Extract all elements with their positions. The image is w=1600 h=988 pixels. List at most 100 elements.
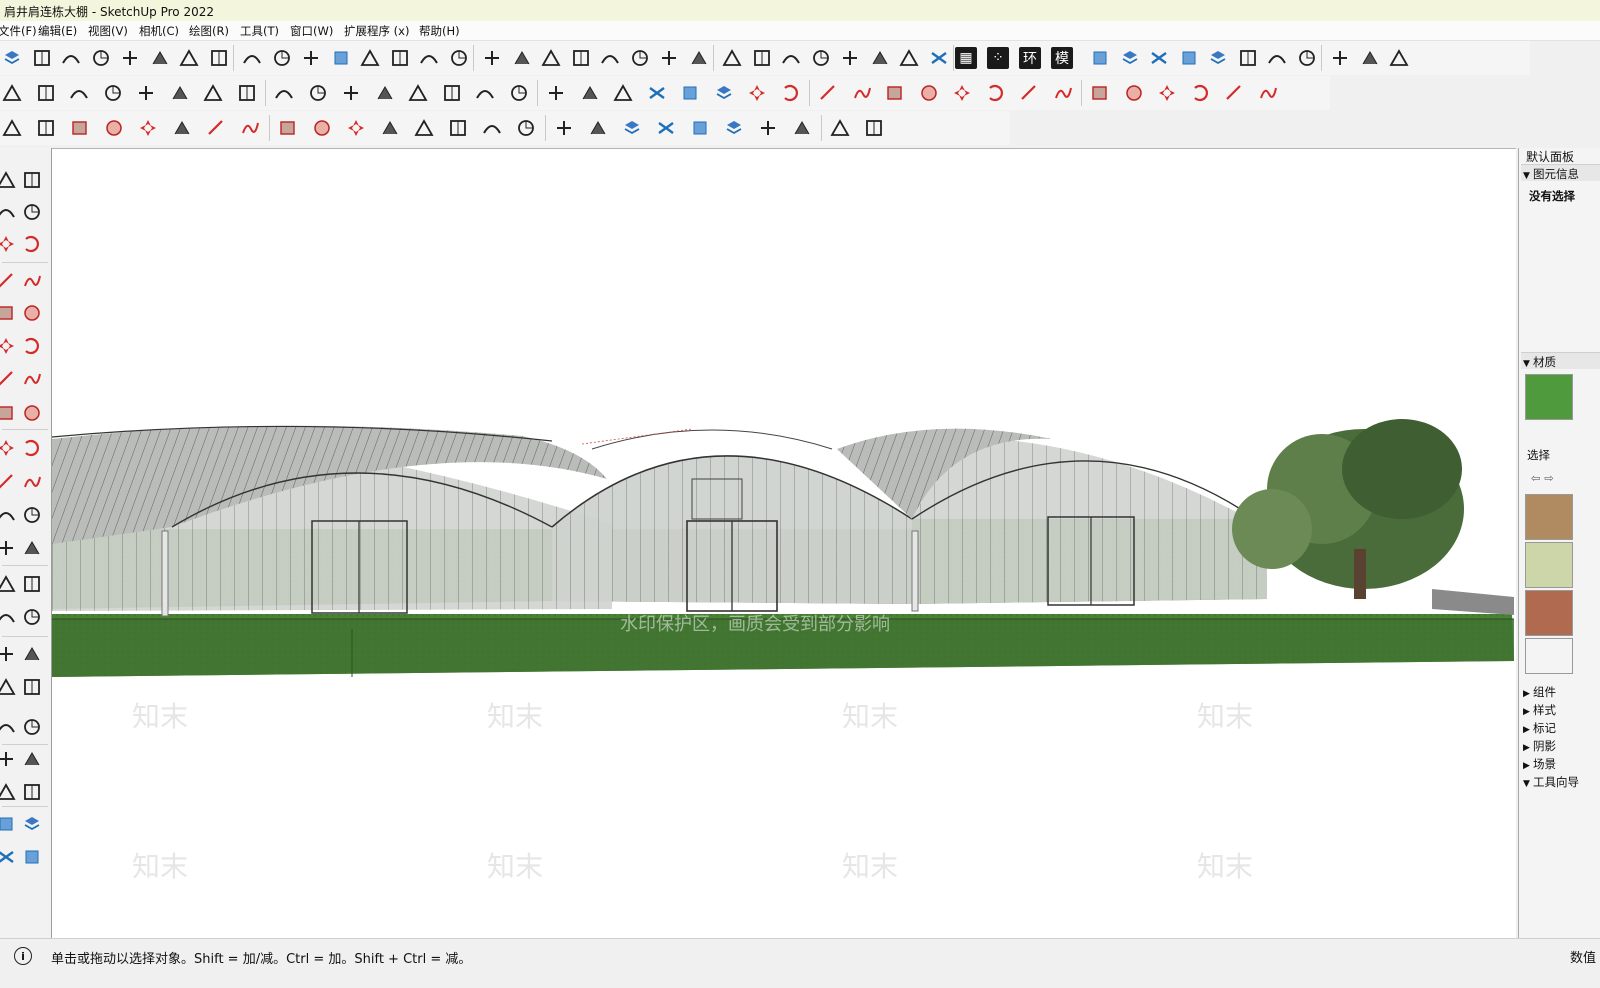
axes-icon[interactable] <box>507 81 531 105</box>
text-tool-icon[interactable] <box>20 572 44 596</box>
polygon-tool-icon[interactable] <box>20 334 44 358</box>
entity-info-section[interactable]: ▼ 图元信息 <box>1523 166 1579 182</box>
menu-file[interactable]: 文件(F) <box>0 23 37 39</box>
menu-draw[interactable]: 绘图(R) <box>189 23 229 39</box>
table-icon[interactable] <box>868 46 892 70</box>
paint-icon[interactable] <box>446 116 470 140</box>
house1-icon[interactable] <box>1236 46 1260 70</box>
model-viewport[interactable]: 知末 知末 知末 知末 知末 知末 知末 知末 水印保护区，画质会受到部分影响 <box>52 148 1516 939</box>
dots-grid-icon[interactable] <box>750 46 774 70</box>
box-icon[interactable] <box>447 46 471 70</box>
cut-icon[interactable] <box>101 81 125 105</box>
axes-tool-icon[interactable] <box>0 605 18 629</box>
tape-tool-icon[interactable] <box>20 232 44 256</box>
save-icon[interactable] <box>67 81 91 105</box>
pencil-icon[interactable] <box>745 81 769 105</box>
material-swatch-tile[interactable] <box>1525 542 1573 588</box>
menu-extensions[interactable]: 扩展程序 (x) <box>344 23 409 39</box>
model-button[interactable]: 模 <box>1051 47 1073 69</box>
texture-icon[interactable] <box>1206 46 1230 70</box>
rotated-rect-tool-icon[interactable] <box>20 301 44 325</box>
ext-warehouse-icon[interactable] <box>828 116 852 140</box>
user-icon[interactable] <box>756 116 780 140</box>
dimension-tool-icon[interactable] <box>20 536 44 560</box>
star-field-icon[interactable] <box>897 46 921 70</box>
zoom-icon[interactable] <box>0 116 24 140</box>
freehand-icon[interactable] <box>779 81 803 105</box>
pan-tool-icon[interactable] <box>20 642 44 666</box>
move2-icon[interactable] <box>276 116 300 140</box>
flowify-icon[interactable] <box>299 46 323 70</box>
face-icon[interactable] <box>1118 46 1142 70</box>
gate-icon[interactable] <box>1328 46 1352 70</box>
tape2-icon[interactable] <box>378 116 402 140</box>
brush-icon[interactable] <box>838 46 862 70</box>
layer-stack-icon[interactable] <box>645 81 669 105</box>
arch-icon[interactable] <box>240 46 264 70</box>
arc2-tool-icon[interactable] <box>20 367 44 391</box>
cube-outline-icon[interactable] <box>1088 46 1112 70</box>
slope-icon[interactable] <box>628 46 652 70</box>
line-tool-icon[interactable] <box>0 269 18 293</box>
compass-icon[interactable] <box>809 46 833 70</box>
sandbox3-icon[interactable] <box>654 116 678 140</box>
erase-icon[interactable] <box>201 81 225 105</box>
layer-icon[interactable] <box>329 46 353 70</box>
styles-section[interactable]: ▶ 样式 <box>1523 702 1556 718</box>
sandbox-c-icon[interactable] <box>0 845 18 869</box>
protractor-tool-icon[interactable] <box>0 572 18 596</box>
pie-tool-icon[interactable] <box>0 401 18 425</box>
instructor-section[interactable]: ▼ 工具向导 <box>1523 774 1579 790</box>
walk-tool-icon[interactable] <box>0 780 18 804</box>
zoom-extents-icon[interactable] <box>0 715 18 739</box>
section-tool-icon[interactable] <box>20 780 44 804</box>
arc-tool-icon[interactable] <box>136 116 160 140</box>
sandbox-a-icon[interactable] <box>0 812 18 836</box>
menu-window[interactable]: 窗口(W) <box>290 23 333 39</box>
tape2-tool-icon[interactable] <box>0 536 18 560</box>
arc-line-icon[interactable] <box>510 46 534 70</box>
pie-icon[interactable] <box>1051 81 1075 105</box>
rotated-rect-icon[interactable] <box>850 81 874 105</box>
followme-tool-icon[interactable] <box>20 470 44 494</box>
paste-icon[interactable] <box>168 81 192 105</box>
copy-icon[interactable] <box>134 81 158 105</box>
pan-icon[interactable] <box>514 116 538 140</box>
shed-icon[interactable] <box>1387 46 1411 70</box>
freehand-tool-icon[interactable] <box>20 269 44 293</box>
pushpull2-icon[interactable] <box>204 116 228 140</box>
icon-button-table[interactable]: ▦ <box>955 47 977 69</box>
spring-icon[interactable] <box>598 46 622 70</box>
redo-icon[interactable] <box>272 81 296 105</box>
material-swatch-stone[interactable] <box>1525 590 1573 636</box>
menu-help[interactable]: 帮助(H) <box>419 23 460 39</box>
iso-cube-icon[interactable] <box>927 46 951 70</box>
offset-tool-icon[interactable] <box>20 503 44 527</box>
pencil-line-icon[interactable] <box>102 116 126 140</box>
3dtext-tool-icon[interactable] <box>20 605 44 629</box>
followme2-icon[interactable] <box>238 116 262 140</box>
orbit-tool-icon[interactable] <box>20 168 44 192</box>
menu-edit[interactable]: 编辑(E) <box>38 23 77 39</box>
select-icon[interactable] <box>34 116 58 140</box>
comb-icon[interactable] <box>657 46 681 70</box>
tags-section[interactable]: ▶ 标记 <box>1523 720 1556 736</box>
materials-section[interactable]: ▼ 材质 <box>1523 354 1556 370</box>
door-icon[interactable] <box>1265 46 1289 70</box>
select-tool-icon[interactable] <box>0 168 18 192</box>
zoom-window-icon[interactable] <box>20 675 44 699</box>
scenes-section[interactable]: ▶ 场景 <box>1523 756 1556 772</box>
position-camera-icon[interactable] <box>0 747 18 771</box>
open-icon[interactable] <box>34 81 58 105</box>
rotate-icon[interactable] <box>1155 81 1179 105</box>
component-icon[interactable] <box>578 81 602 105</box>
mirror-icon[interactable] <box>720 46 744 70</box>
sandbox5-icon[interactable] <box>722 116 746 140</box>
pushpull-icon[interactable] <box>1122 81 1146 105</box>
offset-icon[interactable] <box>1256 81 1280 105</box>
print-icon[interactable] <box>306 81 330 105</box>
sandbox-icon[interactable] <box>0 46 24 70</box>
chain-icon[interactable] <box>539 46 563 70</box>
curve2-icon[interactable] <box>207 46 231 70</box>
arc2-icon[interactable] <box>984 81 1008 105</box>
